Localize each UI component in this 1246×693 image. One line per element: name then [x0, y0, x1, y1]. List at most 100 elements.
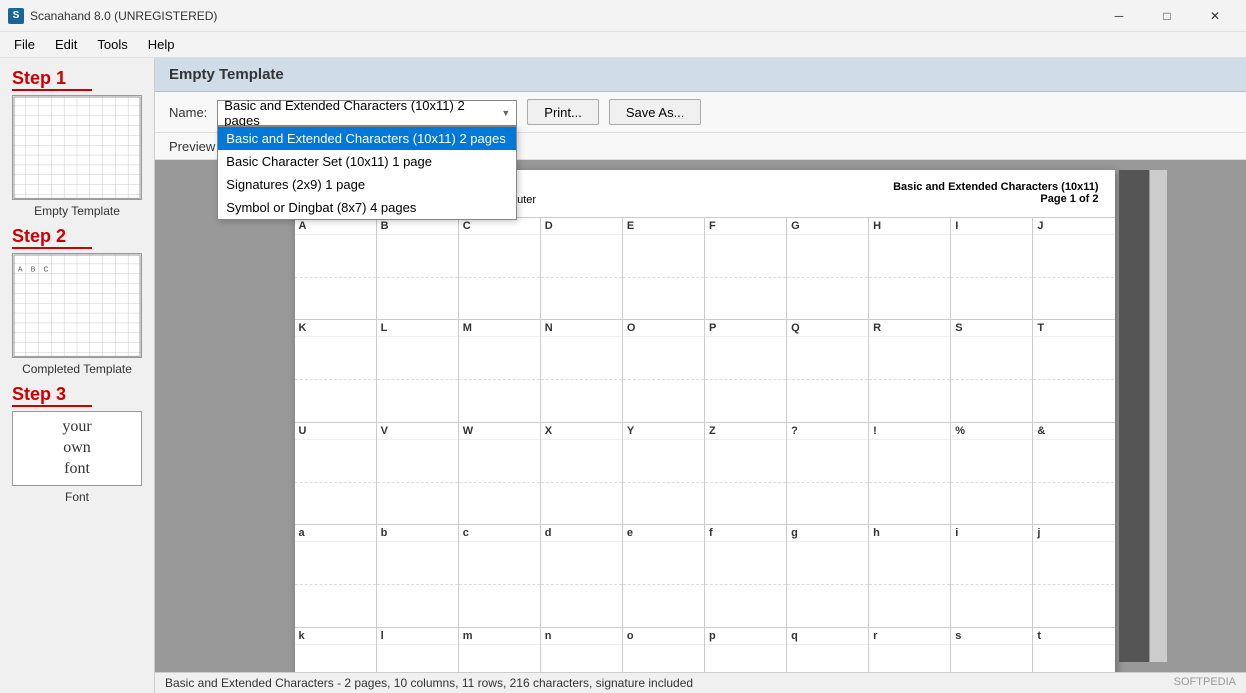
- char-cell: l: [377, 628, 459, 672]
- char-write-area: [951, 645, 1032, 672]
- char-cell: ?: [787, 423, 869, 524]
- char-cell: E: [623, 218, 705, 319]
- char-label: W: [459, 423, 540, 440]
- char-cell: d: [541, 525, 623, 626]
- char-write-area: [705, 542, 786, 626]
- char-cell: G: [787, 218, 869, 319]
- char-label: s: [951, 628, 1032, 645]
- char-label: g: [787, 525, 868, 542]
- char-write-area: [869, 645, 950, 672]
- save-as-button[interactable]: Save As...: [609, 99, 702, 125]
- dropdown-option-2[interactable]: Signatures (2x9) 1 page: [218, 173, 516, 196]
- char-label: S: [951, 320, 1032, 337]
- step-1-label: Step 1: [8, 68, 66, 89]
- char-label: o: [623, 628, 704, 645]
- char-label: k: [295, 628, 376, 645]
- char-label: Q: [787, 320, 868, 337]
- char-label: &: [1033, 423, 1114, 440]
- menu-file[interactable]: File: [4, 34, 45, 55]
- char-label: K: [295, 320, 376, 337]
- step-3-thumbnail[interactable]: your own font: [12, 411, 142, 486]
- header-template-name: Basic and Extended Characters (10x11): [893, 181, 1098, 193]
- char-write-area: [459, 235, 540, 319]
- page-container[interactable]: S Scanahand - www.high-logic.com Add a p…: [155, 160, 1246, 672]
- char-label: d: [541, 525, 622, 542]
- char-cell: H: [869, 218, 951, 319]
- header-page-num: Page 1 of 2: [893, 193, 1098, 205]
- char-cell: !: [869, 423, 951, 524]
- char-label: V: [377, 423, 458, 440]
- dropdown-option-3[interactable]: Symbol or Dingbat (8x7) 4 pages: [218, 196, 516, 219]
- char-cell: e: [623, 525, 705, 626]
- char-cell: %: [951, 423, 1033, 524]
- menu-edit[interactable]: Edit: [45, 34, 87, 55]
- step-2-thumbnail[interactable]: A B C: [12, 253, 142, 358]
- char-grid-row: ABCDEFGHIJ: [295, 218, 1115, 320]
- minimize-button[interactable]: ─: [1096, 0, 1142, 32]
- char-label: G: [787, 218, 868, 235]
- char-write-area: [951, 235, 1032, 319]
- preview-label: Preview: [169, 139, 215, 154]
- template-dropdown-wrapper: Basic and Extended Characters (10x11) 2 …: [217, 98, 517, 126]
- char-write-area: [377, 645, 458, 672]
- char-cell: J: [1033, 218, 1114, 319]
- char-cell: j: [1033, 525, 1114, 626]
- char-label: M: [459, 320, 540, 337]
- char-write-area: [541, 337, 622, 421]
- char-write-area: [295, 542, 376, 626]
- step-1-thumbnail[interactable]: [12, 95, 142, 200]
- maximize-button[interactable]: □: [1144, 0, 1190, 32]
- char-label: j: [1033, 525, 1114, 542]
- char-cell: k: [295, 628, 377, 672]
- app-icon: S: [8, 8, 24, 24]
- char-cell: U: [295, 423, 377, 524]
- char-cell: W: [459, 423, 541, 524]
- char-write-area: [623, 337, 704, 421]
- char-label: i: [951, 525, 1032, 542]
- window-title: Scanahand 8.0 (UNREGISTERED): [30, 9, 217, 23]
- dropdown-arrow-icon: ▼: [501, 108, 510, 118]
- char-label: J: [1033, 218, 1114, 235]
- char-write-area: [705, 337, 786, 421]
- char-write-area: [377, 337, 458, 421]
- panel-title: Empty Template: [169, 66, 284, 83]
- char-write-area: [787, 440, 868, 524]
- char-label: m: [459, 628, 540, 645]
- char-cell: c: [459, 525, 541, 626]
- char-cell: t: [1033, 628, 1114, 672]
- char-cell: Z: [705, 423, 787, 524]
- status-text: Basic and Extended Characters - 2 pages,…: [165, 676, 693, 690]
- char-write-area: [459, 645, 540, 672]
- char-write-area: [377, 542, 458, 626]
- char-write-area: [705, 645, 786, 672]
- char-label: t: [1033, 628, 1114, 645]
- char-label: %: [951, 423, 1032, 440]
- close-button[interactable]: ✕: [1192, 0, 1238, 32]
- char-write-area: [541, 440, 622, 524]
- svg-text:B: B: [31, 267, 36, 274]
- char-label: e: [623, 525, 704, 542]
- window-controls: ─ □ ✕: [1096, 0, 1238, 32]
- menu-help[interactable]: Help: [138, 34, 185, 55]
- char-write-area: [1033, 542, 1114, 626]
- char-write-area: [623, 645, 704, 672]
- char-cell: M: [459, 320, 541, 421]
- char-write-area: [1033, 645, 1114, 672]
- status-bar: Basic and Extended Characters - 2 pages,…: [155, 672, 1246, 693]
- dropdown-option-1[interactable]: Basic Character Set (10x11) 1 page: [218, 150, 516, 173]
- char-write-area: [541, 235, 622, 319]
- char-label: a: [295, 525, 376, 542]
- content-area: Empty Template Name: Basic and Extended …: [155, 58, 1246, 693]
- char-write-area: [951, 440, 1032, 524]
- dropdown-option-0[interactable]: Basic and Extended Characters (10x11) 2 …: [218, 127, 516, 150]
- char-cell: Y: [623, 423, 705, 524]
- char-cell: g: [787, 525, 869, 626]
- char-cell: f: [705, 525, 787, 626]
- char-grid-row: KLMNOPQRST: [295, 320, 1115, 422]
- template-dropdown[interactable]: Basic and Extended Characters (10x11) 2 …: [217, 100, 517, 126]
- template-page: S Scanahand - www.high-logic.com Add a p…: [295, 170, 1115, 672]
- menu-tools[interactable]: Tools: [87, 34, 137, 55]
- print-button[interactable]: Print...: [527, 99, 599, 125]
- char-cell: T: [1033, 320, 1114, 421]
- char-label: !: [869, 423, 950, 440]
